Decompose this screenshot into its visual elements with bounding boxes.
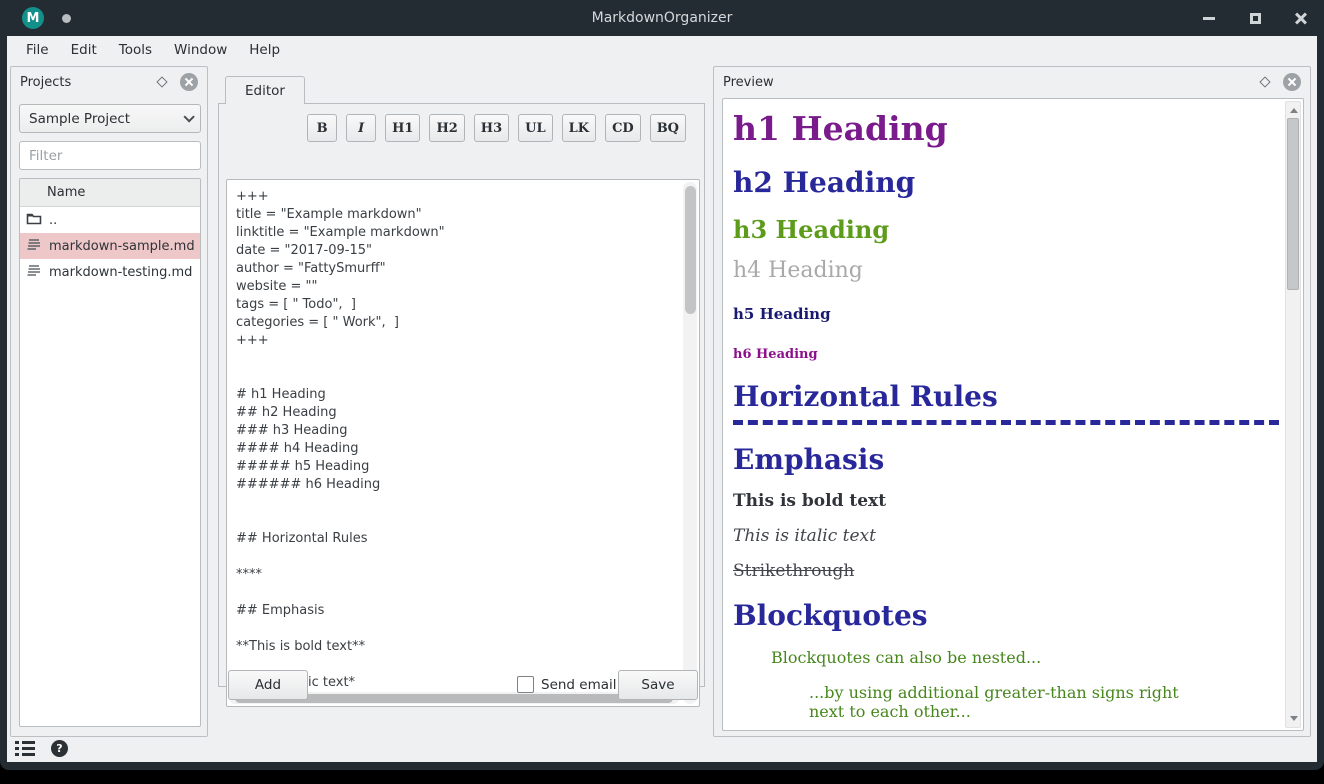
toolbar-button-h3[interactable]: H3 bbox=[474, 114, 509, 142]
preview-h2: h2 Heading bbox=[733, 166, 1279, 199]
preview-strike: Strikethrough bbox=[733, 561, 1279, 581]
folder-icon bbox=[26, 212, 42, 229]
toolbar-button-ul[interactable]: UL bbox=[518, 114, 552, 142]
send-email-label: Send email bbox=[541, 677, 617, 693]
menubar: FileEditToolsWindowHelp bbox=[7, 36, 1317, 63]
project-selector-value: Sample Project bbox=[29, 111, 130, 127]
file-icon bbox=[26, 264, 42, 281]
window-title: MarkdownOrganizer bbox=[0, 10, 1324, 26]
preview-h2: Horizontal Rules bbox=[733, 380, 1279, 413]
file-name: markdown-sample.md bbox=[49, 239, 195, 254]
file-name: .. bbox=[49, 213, 57, 228]
editor-panel: Editor BI H1 H2 H3 UL LK CD BQ +++ title = "Exa… bbox=[218, 66, 705, 737]
titlebar: M MarkdownOrganizer bbox=[0, 0, 1324, 36]
toolbar-button-lk[interactable]: LK bbox=[562, 114, 596, 142]
preview-h6: h6 Heading bbox=[733, 347, 1279, 362]
file-row[interactable]: markdown-sample.md bbox=[20, 233, 200, 259]
file-icon bbox=[26, 238, 42, 255]
statusbar: ? bbox=[15, 737, 68, 759]
scroll-up-icon[interactable] bbox=[1290, 108, 1298, 113]
menu-item-window[interactable]: Window bbox=[163, 38, 238, 62]
preview-bold: This is bold text bbox=[733, 491, 1279, 511]
preview-h5: h5 Heading bbox=[733, 305, 1279, 323]
preview-content: h1 Heading h2 Heading h3 Heading h4 Heading… bbox=[733, 99, 1279, 726]
toolbar-button-bq[interactable]: BQ bbox=[650, 114, 686, 142]
preview-scrollbar[interactable] bbox=[1285, 101, 1301, 728]
filter-input[interactable] bbox=[19, 141, 201, 170]
editor-tab-pane: BI H1 H2 H3 UL LK CD BQ +++ title = "Example ma… bbox=[218, 103, 705, 687]
scrollbar-thumb[interactable] bbox=[1287, 118, 1299, 290]
close-panel-icon[interactable] bbox=[180, 73, 198, 91]
float-panel-icon[interactable] bbox=[156, 76, 167, 87]
file-list: Name .. markdown-sample.md markdown-testin… bbox=[19, 178, 201, 727]
editor-actions: Add Send email Save bbox=[218, 670, 705, 700]
preview-h4: h4 Heading bbox=[733, 258, 1279, 283]
menu-item-help[interactable]: Help bbox=[238, 38, 291, 62]
save-button[interactable]: Save bbox=[618, 670, 698, 700]
log-list-icon[interactable] bbox=[15, 741, 35, 756]
send-email-option[interactable]: Send email bbox=[517, 676, 617, 693]
maximize-icon[interactable] bbox=[1246, 9, 1264, 27]
preview-blockquote: Blockquotes can also be nested... bbox=[771, 648, 1279, 667]
editor-vertical-scrollbar[interactable] bbox=[683, 182, 697, 704]
menu-item-file[interactable]: File bbox=[15, 38, 60, 62]
file-row[interactable]: markdown-testing.md bbox=[20, 259, 200, 285]
projects-panel-title: Projects bbox=[20, 75, 158, 90]
menu-item-tools[interactable]: Tools bbox=[108, 38, 163, 62]
close-panel-icon[interactable] bbox=[1283, 73, 1301, 91]
project-selector[interactable]: Sample Project bbox=[19, 104, 201, 133]
chevron-down-icon bbox=[183, 111, 194, 122]
preview-h3: h3 Heading bbox=[733, 215, 1279, 244]
help-icon[interactable]: ? bbox=[51, 740, 68, 757]
preview-panel-title: Preview bbox=[723, 75, 1261, 90]
scrollbar-thumb[interactable] bbox=[685, 186, 696, 314]
scroll-down-icon[interactable] bbox=[1290, 716, 1298, 721]
toolbar-button-b[interactable]: B bbox=[307, 114, 337, 142]
file-list-header: Name bbox=[20, 179, 200, 207]
preview-panel: Preview h1 Heading h2 Heading h3 Heading h4… bbox=[713, 66, 1311, 737]
preview-h2: Blockquotes bbox=[733, 599, 1279, 632]
preview-h1: h1 Heading bbox=[733, 109, 1279, 148]
preview-h2: Emphasis bbox=[733, 443, 1279, 476]
close-icon[interactable] bbox=[1292, 9, 1310, 27]
file-row[interactable]: .. bbox=[20, 207, 200, 233]
tab-editor[interactable]: Editor bbox=[225, 76, 305, 104]
preview-italic: This is italic text bbox=[733, 526, 1279, 546]
toolbar-button-cd[interactable]: CD bbox=[605, 114, 641, 142]
send-email-checkbox[interactable] bbox=[517, 676, 534, 693]
preview-viewport: h1 Heading h2 Heading h3 Heading h4 Heading… bbox=[722, 98, 1304, 731]
preview-blockquote: ...by using additional greater-than sign… bbox=[809, 683, 1209, 721]
float-panel-icon[interactable] bbox=[1259, 76, 1270, 87]
file-name: markdown-testing.md bbox=[49, 265, 192, 280]
minimize-icon[interactable] bbox=[1200, 9, 1218, 27]
main-area: FileEditToolsWindowHelp Projects Sample … bbox=[7, 36, 1317, 762]
projects-panel: Projects Sample Project Name .. markdown-… bbox=[10, 66, 208, 737]
editor-textbox[interactable]: +++ title = "Example markdown" linktitle… bbox=[226, 179, 700, 707]
toolbar-button-h2[interactable]: H2 bbox=[429, 114, 464, 142]
preview-dashed-rule bbox=[733, 420, 1279, 425]
toolbar-button-i[interactable]: I bbox=[346, 114, 376, 142]
markdown-toolbar: BI H1 H2 H3 UL LK CD BQ bbox=[307, 114, 686, 142]
add-button[interactable]: Add bbox=[228, 670, 308, 700]
editor-content[interactable]: +++ title = "Example markdown" linktitle… bbox=[236, 188, 679, 686]
app-window: M MarkdownOrganizer FileEditToolsWindowH… bbox=[0, 0, 1324, 770]
menu-item-edit[interactable]: Edit bbox=[60, 38, 108, 62]
toolbar-button-h1[interactable]: H1 bbox=[385, 114, 420, 142]
